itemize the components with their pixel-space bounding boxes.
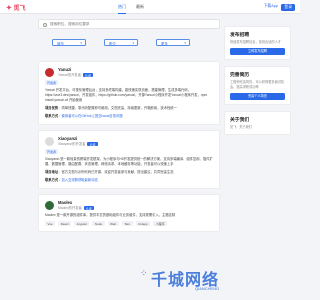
complete-resume-button[interactable]: 完善个人简历 (230, 93, 285, 101)
post-section: 项目优势：简单快捷，零代码配置即可使用，文档完善，持续更新，开箱即用，技术栈统一 (45, 106, 177, 110)
tech-chip[interactable]: React (58, 221, 72, 227)
chevron-down-icon: ▾ (132, 41, 134, 45)
panel-title: 发布招聘 (230, 33, 250, 38)
filter-city-label: 城市 (57, 42, 64, 46)
panel-title: 关于我们 (230, 118, 250, 124)
section-text: 简单快捷，零代码配置即可使用，文档完善，持续更新，开箱即用，技术栈统一 (61, 106, 177, 110)
post-tag[interactable]: 开发者 (45, 149, 59, 154)
section-label: 联系方式 (45, 114, 59, 118)
post-author: Yanuzi Yanuzi的开发者 认证 (45, 67, 213, 78)
filter-position-label: 职位 (109, 42, 116, 46)
post-tag[interactable]: 开发者 (45, 80, 59, 85)
author-subtitle: Maolex的开发者 (58, 206, 82, 210)
search-input[interactable] (50, 22, 210, 26)
about-panel: 关于我们 觅飞 · 关于我们 (224, 111, 291, 135)
search-icon[interactable] (43, 22, 47, 27)
tech-chip[interactable]: Taro (121, 221, 133, 227)
logo-text: 觅飞 (13, 6, 26, 12)
post-body: Yanuzi 开发平台，可视化管理后台，支持多终端构建，能快速实现页面，搭建管理… (45, 88, 208, 102)
post-author: Xiaoyanzi Xiaoyanzi的开发者 认证 (45, 136, 213, 147)
panel-desc: 快速发布招聘信息，找到合适的人才 (230, 40, 281, 44)
top-navigation-bar: ✦ 觅飞 热门 最新 下载App 登录 (0, 0, 300, 14)
panel-title: 完善简历 (230, 73, 250, 79)
avatar[interactable] (45, 200, 54, 210)
tech-chip[interactable]: 小程序 (153, 221, 168, 227)
post-author: Maolex Maolex的开发者 认证 (45, 200, 213, 211)
download-app-link[interactable]: 下载App (264, 4, 278, 9)
contact-link[interactable]: 加入交流群获取最新动态 (61, 178, 97, 182)
watermark-subtext: QIANCHENG (195, 286, 220, 291)
login-button[interactable]: 登录 (281, 3, 295, 11)
post-section: 项目地址：官方文档与示例代码已开源，欢迎开发者参与贡献，提出建议，共同完善生态 (45, 170, 174, 174)
post-body: Maolex 是一款开源的组件库，提供丰富的基础组件与业务组件，支持按需引入，主… (45, 213, 176, 217)
panel-desc[interactable]: 觅飞 · 关于我们 (230, 125, 285, 129)
post-contact: 联系方式：使用者可以在GitHub上提交Issue反馈问题 (45, 114, 123, 118)
post-body: Xiaoyanzi 是一款轻量的跨端开发框架，为小程序与H5开发提供统一的解决方… (45, 157, 213, 166)
section-label: 联系方式 (45, 178, 59, 182)
filter-more[interactable]: 更多 ▾ (156, 39, 190, 46)
filter-row: 城市 ▾ 职位 ▾ 更多 ▾ (38, 39, 220, 47)
tab-hot[interactable]: 热门 (118, 4, 126, 14)
tech-chip[interactable]: Uniapp (135, 221, 151, 227)
site-logo[interactable]: ✦ 觅飞 (6, 3, 26, 12)
search-bar (38, 19, 220, 29)
tech-chips: Vue React Angular Node Web Taro Uniapp 小… (45, 221, 213, 227)
publish-job-button[interactable]: 立即发布招聘 (230, 48, 285, 56)
tech-chip[interactable]: Angular (74, 221, 90, 227)
avatar[interactable] (45, 136, 54, 146)
sidebar: 发布招聘 快速发布招聘信息，找到合适的人才 立即发布招聘 完善简历 工程师完善简… (224, 19, 291, 141)
section-label: 项目优势 (45, 106, 59, 110)
filter-city[interactable]: 城市 ▾ (52, 39, 86, 46)
verified-badge: 认证 (87, 141, 98, 147)
contact-link[interactable]: 使用者可以在GitHub上提交Issue反馈问题 (61, 114, 122, 118)
feather-icon: ✦ (6, 5, 12, 12)
tab-latest[interactable]: 最新 (136, 4, 144, 14)
main-content: 城市 ▾ 职位 ▾ 更多 ▾ Yanuzi Yanuzi的开发者认证 开发者 Y… (38, 19, 220, 237)
panel-desc: 工程师完善简历，可以获得更多面试机会，提高求职成功率 (230, 80, 285, 89)
verified-badge: 认证 (83, 72, 94, 78)
post-card[interactable]: Maolex Maolex的开发者 认证 Maolex 是一款开源的组件库，提供丰… (38, 194, 220, 233)
tech-chip[interactable]: Vue (45, 221, 56, 227)
verified-badge: 认证 (83, 205, 94, 211)
watermark-icon: ⁘ (140, 268, 148, 278)
post-card[interactable]: Yanuzi Yanuzi的开发者 认证 开发者 Yanuzi 开发平台，可视化管… (38, 61, 220, 125)
section-text: 官方文档与示例代码已开源，欢迎开发者参与贡献，提出建议，共同完善生态 (61, 170, 174, 174)
publish-panel: 发布招聘 快速发布招聘信息，找到合适的人才 立即发布招聘 (224, 26, 291, 61)
section-label: 项目地址 (45, 170, 59, 174)
author-subtitle: Yanuzi的开发者 (58, 73, 82, 77)
tech-chip[interactable]: Node (92, 221, 105, 227)
tech-chip[interactable]: Web (107, 221, 119, 227)
chevron-down-icon: ▾ (80, 41, 82, 45)
author-subtitle: Xiaoyanzi的开发者 (58, 142, 86, 146)
main-tabs: 热门 最新 (118, 4, 144, 14)
avatar[interactable] (45, 67, 54, 77)
post-card[interactable]: Xiaoyanzi Xiaoyanzi的开发者 认证 开发者 Xiaoyanzi … (38, 130, 220, 189)
resume-panel: 完善简历 工程师完善简历，可以获得更多面试机会，提高求职成功率 完善个人简历 (224, 66, 291, 106)
filter-more-label: 更多 (161, 42, 168, 46)
chevron-down-icon: ▾ (184, 41, 186, 45)
post-contact: 联系方式：加入交流群获取最新动态 (45, 178, 98, 182)
filter-position[interactable]: 职位 ▾ (104, 39, 138, 46)
